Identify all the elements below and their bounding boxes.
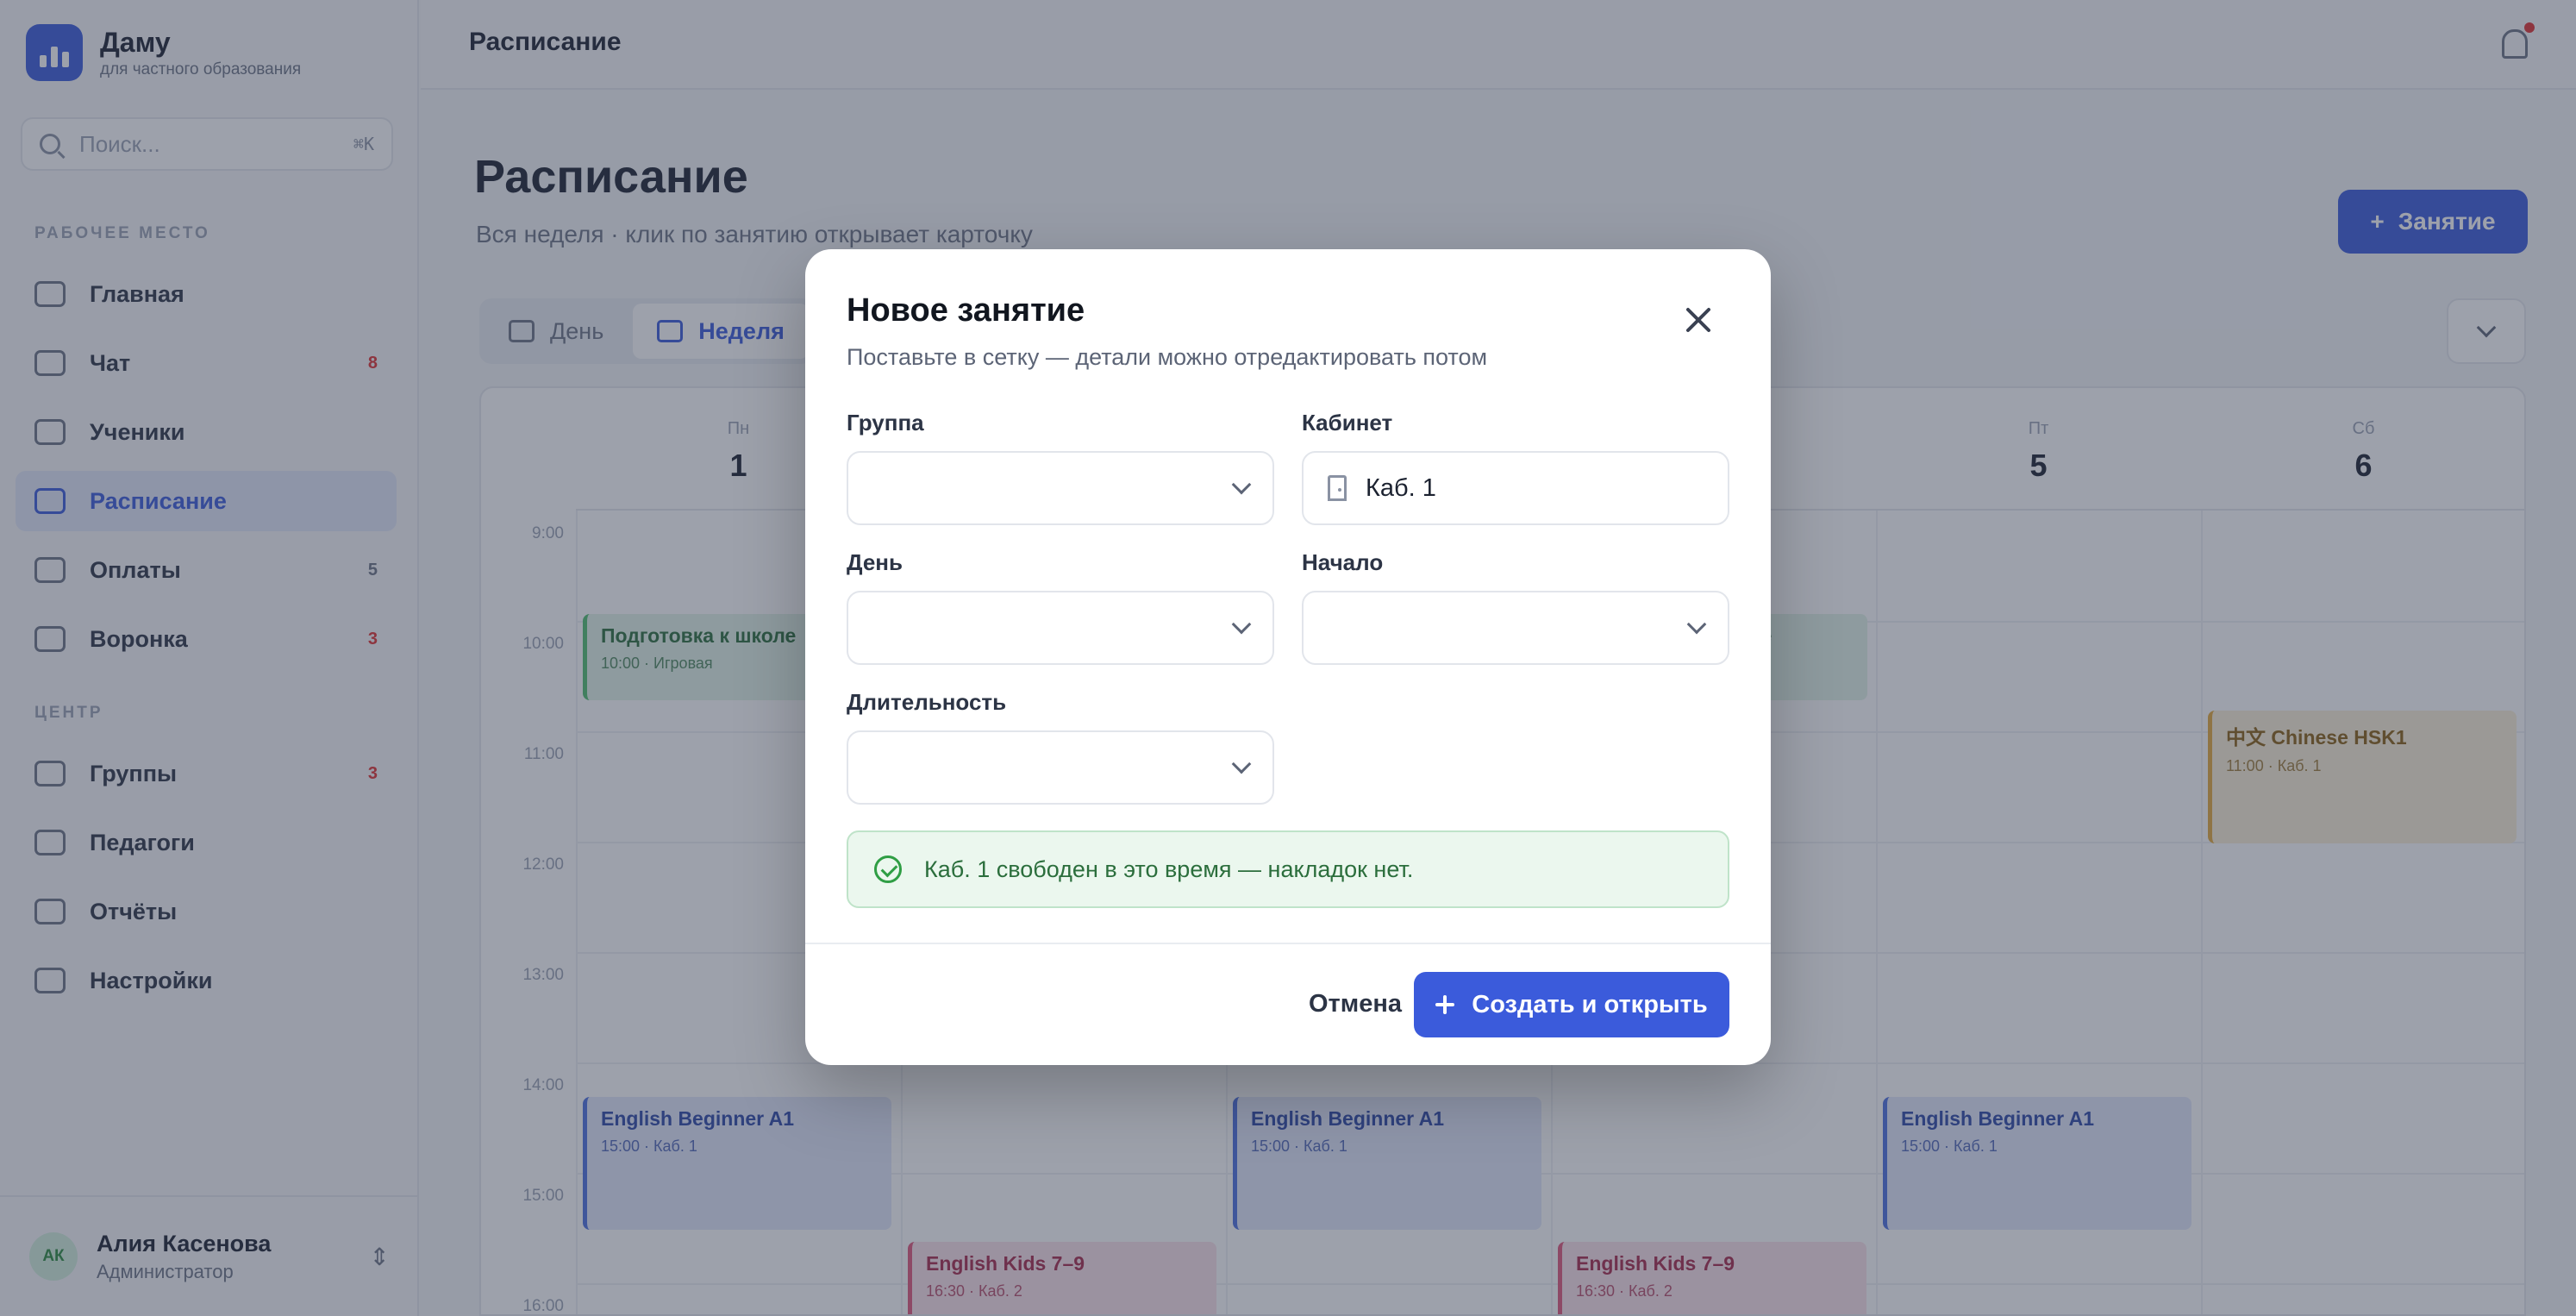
room-label: Кабинет [1302, 410, 1393, 436]
chevron-down-icon [1231, 474, 1252, 495]
duration-label: Длительность [847, 689, 1007, 715]
chevron-down-icon [1231, 754, 1252, 774]
group-select[interactable] [847, 451, 1274, 525]
new-lesson-modal: Новое занятие Поставьте в сетку — детали… [805, 249, 1771, 1065]
create-button-label: Создать и открыть [1472, 990, 1708, 1018]
notice-text: Каб. 1 свободен в это время — накладок н… [924, 855, 1414, 882]
close-icon [1685, 306, 1712, 334]
duration-select[interactable] [847, 730, 1274, 805]
day-label: День [847, 549, 903, 575]
plus-icon [1435, 995, 1455, 1014]
door-icon [1328, 475, 1347, 501]
room-value: Каб. 1 [1366, 473, 1436, 502]
chevron-down-icon [1686, 614, 1707, 635]
modal-divider [805, 943, 1771, 944]
room-select[interactable]: Каб. 1 [1302, 451, 1729, 525]
day-select[interactable] [847, 591, 1274, 665]
start-time-select[interactable] [1302, 591, 1729, 665]
modal-title: Новое занятие [847, 292, 1085, 329]
start-label: Начало [1302, 549, 1384, 575]
check-circle-icon [874, 855, 902, 883]
close-button[interactable] [1676, 298, 1721, 342]
create-and-open-button[interactable]: Создать и открыть [1414, 972, 1729, 1037]
group-label: Группа [847, 410, 924, 436]
modal-subtitle: Поставьте в сетку — детали можно отредак… [847, 344, 1488, 370]
chevron-down-icon [1231, 614, 1252, 635]
availability-notice: Каб. 1 свободен в это время — накладок н… [847, 830, 1729, 908]
